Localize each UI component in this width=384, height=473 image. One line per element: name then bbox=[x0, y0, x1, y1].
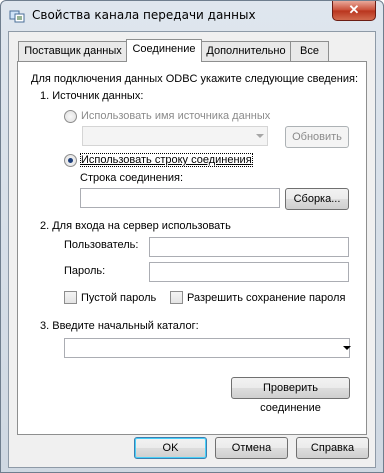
connection-string-label: Строка соединения: bbox=[80, 172, 184, 184]
tab-advanced[interactable]: Дополнительно bbox=[200, 41, 292, 61]
cancel-button[interactable]: Отмена bbox=[215, 437, 288, 459]
use-connection-string-label: Использовать строку соединения bbox=[80, 153, 253, 167]
section-login-title: 2. Для входа на сервер использовать bbox=[40, 220, 231, 232]
test-connection-button[interactable]: Проверить соединение bbox=[231, 377, 350, 414]
use-dsn-radio[interactable] bbox=[64, 110, 77, 123]
catalog-combobox[interactable] bbox=[64, 338, 350, 358]
allow-save-password-label: Разрешить сохранение пароля bbox=[187, 292, 346, 304]
user-label: Пользователь: bbox=[64, 239, 139, 251]
empty-password-label: Пустой пароль bbox=[81, 292, 157, 304]
connection-panel: Для подключения данных ODBC укажите след… bbox=[17, 61, 367, 435]
section-catalog-title: 3. Введите начальный каталог: bbox=[40, 320, 199, 332]
title-bar[interactable]: Свойства канала передачи данных ✕ bbox=[1, 1, 383, 31]
dialog-window: Свойства канала передачи данных ✕ Постав… bbox=[0, 0, 384, 473]
tab-connection[interactable]: Соединение bbox=[126, 39, 202, 62]
user-input[interactable] bbox=[149, 237, 349, 257]
help-button[interactable]: Справка bbox=[296, 437, 369, 459]
password-input[interactable] bbox=[149, 262, 349, 282]
chevron-down-icon[interactable] bbox=[343, 346, 351, 350]
tab-all[interactable]: Все bbox=[290, 41, 329, 61]
password-label: Пароль: bbox=[64, 265, 106, 277]
empty-password-checkbox[interactable] bbox=[64, 291, 77, 304]
ok-button[interactable]: OK bbox=[134, 437, 207, 459]
allow-save-password-checkbox[interactable] bbox=[170, 291, 183, 304]
connection-string-input[interactable] bbox=[80, 188, 280, 208]
tab-provider[interactable]: Поставщик данных bbox=[18, 41, 128, 61]
intro-text: Для подключения данных ODBC укажите след… bbox=[31, 73, 359, 85]
use-connection-string-radio[interactable] bbox=[64, 154, 77, 167]
radio-selected-dot bbox=[68, 158, 73, 163]
chevron-down-icon bbox=[256, 134, 264, 138]
dialog-client: Поставщик данных Соединение Дополнительн… bbox=[8, 31, 376, 468]
data-link-icon bbox=[9, 10, 25, 23]
build-button[interactable]: Сборка... bbox=[285, 188, 349, 210]
refresh-button[interactable]: Обновить bbox=[285, 126, 349, 148]
dsn-combobox[interactable] bbox=[82, 126, 268, 146]
section-data-source-title: 1. Источник данных: bbox=[40, 90, 144, 102]
close-button[interactable]: ✕ bbox=[332, 1, 376, 21]
use-dsn-label: Использовать имя источника данных bbox=[81, 110, 271, 122]
window-title: Свойства канала передачи данных bbox=[32, 8, 256, 22]
